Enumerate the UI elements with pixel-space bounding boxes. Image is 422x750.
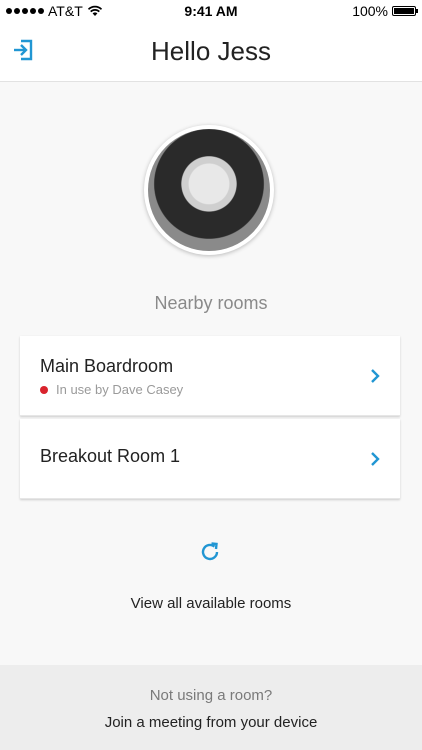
- busy-status-dot: [40, 385, 48, 394]
- battery-icon: [392, 6, 418, 16]
- chevron-right-icon: [371, 452, 380, 466]
- room-status-text: In use by Dave Casey: [56, 382, 184, 397]
- app-header: Hello Jess: [0, 22, 422, 82]
- room-status: In use by Dave Casey: [40, 382, 183, 397]
- refresh-icon[interactable]: [199, 541, 221, 563]
- nearby-rooms-label: Nearby rooms: [154, 293, 268, 313]
- view-all-rooms-link[interactable]: View all available rooms: [0, 595, 422, 612]
- battery-percent: 100%: [352, 3, 388, 19]
- battery-fill: [394, 8, 414, 14]
- footer-question: Not using a room?: [149, 687, 273, 704]
- user-avatar-photo: [148, 129, 270, 251]
- chevron-right-icon: [371, 369, 380, 383]
- room-list: Main Boardroom In use by Dave Casey Brea…: [20, 336, 400, 499]
- status-bar: AT&T 9:41 AM 100%: [0, 0, 422, 22]
- page-title: Hello Jess: [151, 36, 271, 66]
- status-right: 100%: [352, 3, 418, 19]
- join-meeting-link[interactable]: Join a meeting from your device: [0, 714, 422, 731]
- footer: Not using a room? Join a meeting from yo…: [0, 665, 422, 750]
- avatar[interactable]: [144, 125, 274, 255]
- room-name: Breakout Room 1: [40, 446, 181, 466]
- room-card-breakout-room-1[interactable]: Breakout Room 1: [20, 419, 400, 499]
- room-name: Main Boardroom: [40, 356, 174, 376]
- room-card-main-boardroom[interactable]: Main Boardroom In use by Dave Casey: [20, 336, 400, 416]
